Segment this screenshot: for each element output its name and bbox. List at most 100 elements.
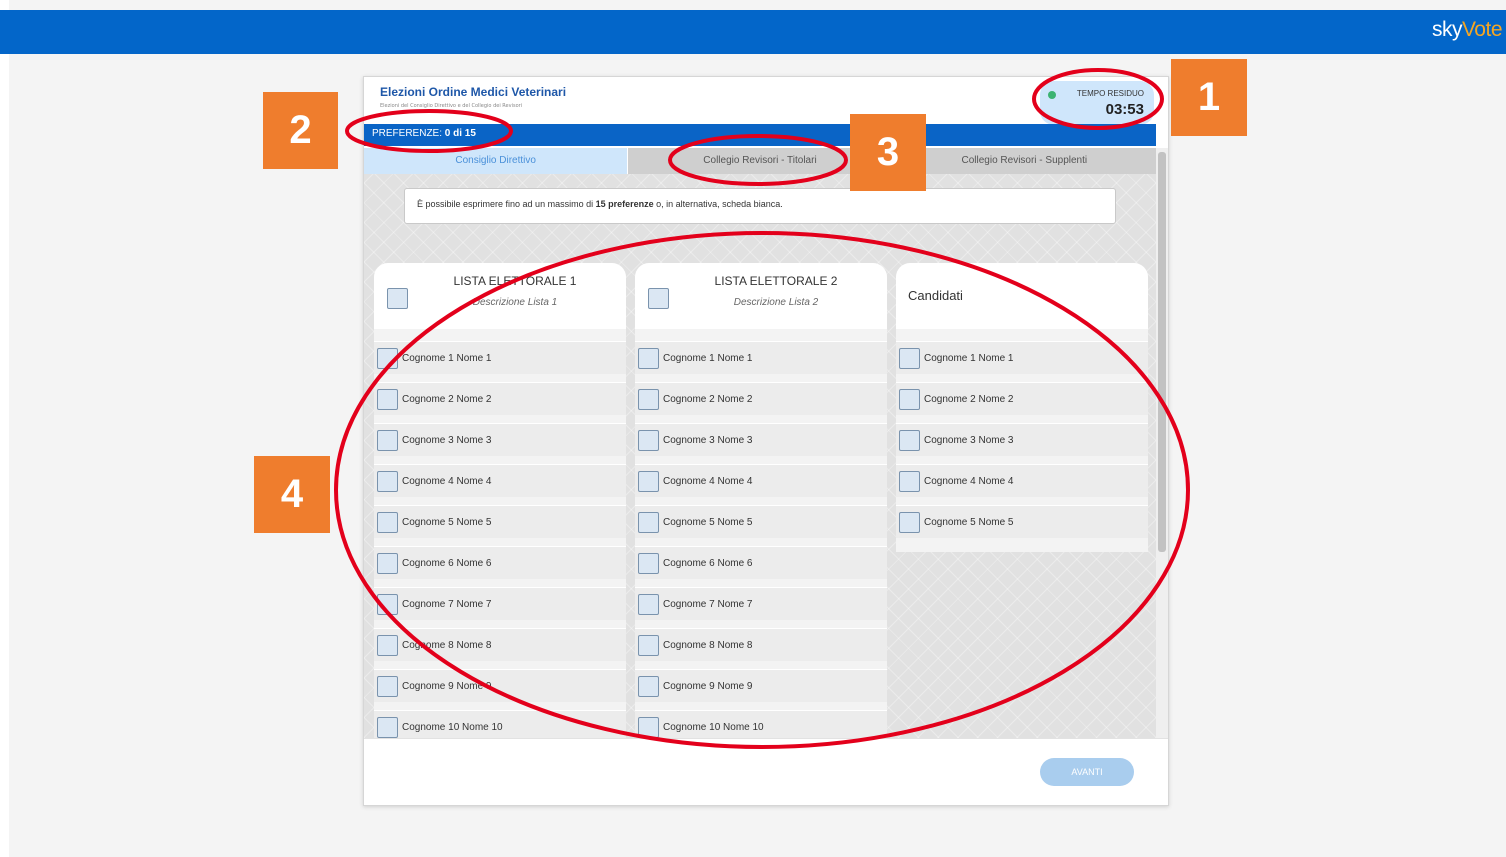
candidate-name: Cognome 10 Nome 10 [663,721,764,733]
candidate-checkbox[interactable] [638,347,659,369]
list-title: LISTA ELETTORALE 2 [714,274,838,288]
candidate-list: Cognome 1 Nome 1 Cognome 2 Nome 2 Cognome … [896,329,1148,552]
candidate-checkbox[interactable] [899,470,920,492]
candidate-row[interactable]: Cognome 1 Nome 1 [374,341,626,374]
candidate-checkbox[interactable] [899,388,920,410]
candidate-name: Cognome 7 Nome 7 [663,598,753,610]
timer-value: 03:53 [1105,101,1144,118]
candidate-checkbox[interactable] [377,634,398,656]
candidate-checkbox[interactable] [899,429,920,451]
candidate-name: Cognome 3 Nome 3 [402,434,492,446]
preferences-bar: PREFERENZE: 0 di 15 [364,124,1156,146]
candidate-name: Cognome 3 Nome 3 [924,434,1014,446]
candidate-row[interactable]: Cognome 4 Nome 4 [635,464,887,497]
candidate-row[interactable]: Cognome 2 Nome 2 [896,382,1148,415]
candidate-checkbox[interactable] [377,675,398,697]
candidati-column: Candidati Cognome 1 Nome 1 Cognome 2 Nome… [896,263,1148,552]
candidate-checkbox[interactable] [638,388,659,410]
list-column-2: LISTA ELETTORALE 2 Descrizione Lista 2 C… [635,263,887,738]
candidate-row[interactable]: Cognome 5 Nome 5 [635,505,887,538]
election-subtitle: Elezioni del Consiglio Direttivo e del C… [380,103,523,109]
candidate-row[interactable]: Cognome 6 Nome 6 [374,546,626,579]
candidate-row[interactable]: Cognome 2 Nome 2 [635,382,887,415]
candidate-list: Cognome 1 Nome 1 Cognome 2 Nome 2 Cognome … [374,329,626,738]
candidate-checkbox[interactable] [377,593,398,615]
candidate-name: Cognome 2 Nome 2 [663,393,753,405]
candidate-row[interactable]: Cognome 7 Nome 7 [635,587,887,620]
candidate-checkbox[interactable] [899,347,920,369]
candidate-row[interactable]: Cognome 4 Nome 4 [896,464,1148,497]
tab-revisori-supplenti[interactable]: Collegio Revisori - Supplenti [891,148,1156,174]
candidate-row[interactable]: Cognome 2 Nome 2 [374,382,626,415]
candidate-row[interactable]: Cognome 1 Nome 1 [896,341,1148,374]
candidate-checkbox[interactable] [377,429,398,451]
candidate-name: Cognome 7 Nome 7 [402,598,492,610]
scrollbar[interactable] [1156,148,1168,738]
election-title: Elezioni Ordine Medici Veterinari [380,85,567,99]
left-strip [0,0,9,857]
info-box: È possibile esprimere fino ad un massimo… [404,188,1116,224]
candidate-checkbox[interactable] [638,634,659,656]
candidate-row[interactable]: Cognome 8 Nome 8 [374,628,626,661]
candidate-name: Cognome 9 Nome 9 [663,680,753,692]
candidate-name: Cognome 8 Nome 8 [663,639,753,651]
candidati-header: Candidati [896,263,1148,329]
candidate-name: Cognome 6 Nome 6 [663,557,753,569]
list-header: LISTA ELETTORALE 2 Descrizione Lista 2 [635,263,887,329]
status-dot-icon [1048,91,1056,99]
remaining-time-widget: TEMPO RESIDUO 03:53 [1040,81,1154,125]
candidate-name: Cognome 5 Nome 5 [402,516,492,528]
candidate-checkbox[interactable] [899,511,920,533]
candidate-name: Cognome 1 Nome 1 [663,352,753,364]
candidate-checkbox[interactable] [377,511,398,533]
candidate-checkbox[interactable] [638,552,659,574]
candidate-checkbox[interactable] [377,347,398,369]
candidate-checkbox[interactable] [377,388,398,410]
scrollbar-thumb[interactable] [1158,152,1166,552]
candidate-checkbox[interactable] [377,552,398,574]
candidate-name: Cognome 4 Nome 4 [402,475,492,487]
candidate-name: Cognome 5 Nome 5 [924,516,1014,528]
candidate-row[interactable]: Cognome 1 Nome 1 [635,341,887,374]
candidate-row[interactable]: Cognome 9 Nome 9 [374,669,626,702]
annotation-badge-3: 3 [850,114,926,191]
candidate-checkbox[interactable] [638,470,659,492]
list-column-1: LISTA ELETTORALE 1 Descrizione Lista 1 C… [374,263,626,738]
candidate-row[interactable]: Cognome 5 Nome 5 [896,505,1148,538]
candidate-checkbox[interactable] [638,511,659,533]
tab-consiglio-direttivo[interactable]: Consiglio Direttivo [364,148,628,174]
candidate-checkbox[interactable] [638,429,659,451]
candidate-checkbox[interactable] [377,470,398,492]
ballot-tabs: Consiglio Direttivo Collegio Revisori - … [364,148,1156,174]
candidate-row[interactable]: Cognome 3 Nome 3 [374,423,626,456]
candidate-row[interactable]: Cognome 3 Nome 3 [635,423,887,456]
next-button[interactable]: AVANTI [1040,758,1134,786]
annotation-badge-2: 2 [263,92,338,169]
candidate-name: Cognome 2 Nome 2 [402,393,492,405]
candidate-row[interactable]: Cognome 5 Nome 5 [374,505,626,538]
candidate-checkbox[interactable] [638,675,659,697]
annotation-badge-1: 1 [1171,59,1247,136]
candidate-row[interactable]: Cognome 4 Nome 4 [374,464,626,497]
candidate-checkbox[interactable] [638,593,659,615]
ballot-card: Elezioni Ordine Medici Veterinari Elezio… [363,76,1169,806]
candidati-title: Candidati [908,288,963,303]
candidate-checkbox[interactable] [638,716,659,738]
candidate-row[interactable]: Cognome 10 Nome 10 [374,710,626,738]
candidate-name: Cognome 10 Nome 10 [402,721,503,733]
list-title: LISTA ELETTORALE 1 [453,274,577,288]
candidate-row[interactable]: Cognome 6 Nome 6 [635,546,887,579]
candidate-row[interactable]: Cognome 8 Nome 8 [635,628,887,661]
candidate-row[interactable]: Cognome 10 Nome 10 [635,710,887,738]
top-bar: skyVote [0,10,1506,54]
candidate-checkbox[interactable] [377,716,398,738]
ballot-footer: AVANTI [364,738,1168,805]
candidate-row[interactable]: Cognome 3 Nome 3 [896,423,1148,456]
candidate-row[interactable]: Cognome 7 Nome 7 [374,587,626,620]
preferences-label: PREFERENZE: [372,128,443,139]
annotation-badge-4: 4 [254,456,330,533]
candidate-name: Cognome 4 Nome 4 [924,475,1014,487]
candidate-row[interactable]: Cognome 9 Nome 9 [635,669,887,702]
candidate-name: Cognome 2 Nome 2 [924,393,1014,405]
candidate-name: Cognome 4 Nome 4 [663,475,753,487]
